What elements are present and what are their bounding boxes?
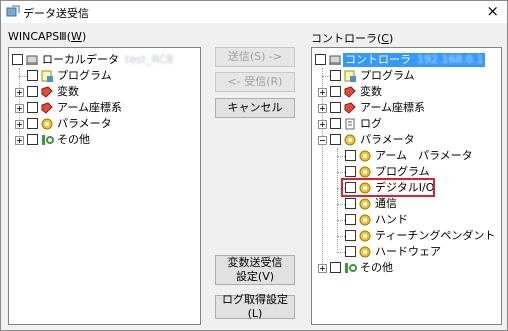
data-transfer-dialog: データ送受信 × WINCAPSⅢ(W) ローカルデータ test_RC8 プログ…: [0, 0, 508, 331]
collapse-icon[interactable]: [318, 136, 327, 145]
checkbox[interactable]: [345, 166, 356, 177]
expand-icon[interactable]: [318, 88, 327, 97]
checkbox[interactable]: [27, 102, 38, 113]
highlight-box: [341, 178, 435, 197]
parameter-icon: [359, 246, 371, 258]
tree-item-label: プログラム: [360, 69, 415, 82]
tree-item-label: パラメータ: [360, 133, 415, 146]
checkbox[interactable]: [330, 118, 341, 129]
local-data-icon: [26, 55, 38, 65]
button-label-line1: 変数送受信: [227, 256, 283, 269]
tree-item-label: 通信: [375, 197, 397, 210]
tree-item-label: プログラム: [57, 69, 112, 82]
expand-icon[interactable]: [15, 120, 24, 129]
variable-icon: [344, 86, 356, 98]
tree-item-label: その他: [57, 133, 90, 146]
tree-item-label: ハードウェア: [375, 245, 441, 258]
expand-icon[interactable]: [15, 136, 24, 145]
tree-root-local[interactable]: ローカルデータ test_RC8: [9, 52, 199, 68]
tree-item-label: アーム座標系: [57, 101, 123, 114]
transfer-icon: [6, 5, 20, 17]
controller-tree[interactable]: コントローラ 192.168.0.1 プログラム 変数 アーム座標系 ログ パラ…: [311, 47, 502, 325]
program-icon: [41, 70, 53, 82]
parameter-icon: [359, 150, 371, 162]
local-tree[interactable]: ローカルデータ test_RC8 プログラム 変数 アーム座標系 パラメータ そ…: [8, 47, 201, 325]
io-icon: [345, 263, 357, 273]
parameter-icon: [359, 166, 371, 178]
checkbox[interactable]: [27, 134, 38, 145]
tree-item-label: 変数: [360, 85, 382, 98]
close-icon[interactable]: ×: [486, 3, 499, 19]
tree-item-label: ログ: [360, 117, 382, 130]
tree-root-label: コントローラ 192.168.0.1: [343, 53, 486, 67]
variable-settings-button[interactable]: 変数送受信 設定(V): [215, 255, 295, 285]
expand-icon[interactable]: [318, 264, 327, 273]
tree-item-label: アーム座標系: [360, 101, 426, 114]
checkbox[interactable]: [330, 134, 341, 145]
controller-panel-label: コントローラ(C): [311, 32, 394, 45]
expand-icon[interactable]: [15, 88, 24, 97]
parameter-icon: [344, 134, 356, 146]
expand-icon[interactable]: [318, 104, 327, 113]
variable-icon: [41, 86, 53, 98]
checkbox[interactable]: [330, 70, 341, 81]
tree-root-label: ローカルデータ test_RC8: [42, 53, 174, 66]
checkbox[interactable]: [345, 198, 356, 209]
local-panel-label: WINCAPSⅢ(W): [8, 30, 87, 43]
checkbox[interactable]: [330, 102, 341, 113]
program-icon: [344, 70, 356, 82]
title-bar: データ送受信 ×: [1, 1, 507, 23]
tree-item-label: 変数: [57, 85, 79, 98]
tree-item-label: ハンド: [375, 213, 408, 226]
tree-item-label: その他: [360, 261, 393, 274]
io-icon: [42, 135, 54, 145]
checkbox[interactable]: [345, 230, 356, 241]
button-label-line2: 設定(V): [235, 270, 275, 283]
checkbox[interactable]: [12, 54, 23, 65]
cancel-button[interactable]: キャンセル: [215, 98, 295, 118]
tree-root-controller[interactable]: コントローラ 192.168.0.1: [312, 52, 500, 68]
parameter-icon: [359, 230, 371, 242]
checkbox[interactable]: [345, 150, 356, 161]
checkbox[interactable]: [27, 70, 38, 81]
checkbox[interactable]: [330, 262, 341, 273]
send-button[interactable]: 送信(S) ->: [215, 47, 295, 67]
parameter-icon: [41, 118, 53, 130]
expand-icon[interactable]: [15, 104, 24, 113]
arm-coordinate-icon: [41, 102, 53, 114]
parameter-icon: [359, 214, 371, 226]
checkbox[interactable]: [330, 86, 341, 97]
window-title: データ送受信: [23, 7, 89, 20]
checkbox[interactable]: [27, 86, 38, 97]
checkbox[interactable]: [345, 246, 356, 257]
controller-icon: [329, 55, 341, 65]
checkbox[interactable]: [27, 118, 38, 129]
log-settings-button[interactable]: ログ取得設定(L): [215, 293, 295, 320]
receive-button[interactable]: <- 受信(R): [215, 72, 295, 92]
checkbox[interactable]: [345, 214, 356, 225]
log-icon: [345, 118, 355, 130]
tree-item-label: プログラム: [375, 165, 430, 178]
arm-coordinate-icon: [344, 102, 356, 114]
tree-item-label: パラメータ: [57, 117, 112, 130]
expand-icon[interactable]: [318, 120, 327, 129]
checkbox[interactable]: [315, 54, 326, 65]
tree-item-label: ティーチングペンダント: [375, 229, 496, 242]
tree-item-label: アーム パラメータ: [375, 149, 473, 162]
parameter-icon: [359, 198, 371, 210]
